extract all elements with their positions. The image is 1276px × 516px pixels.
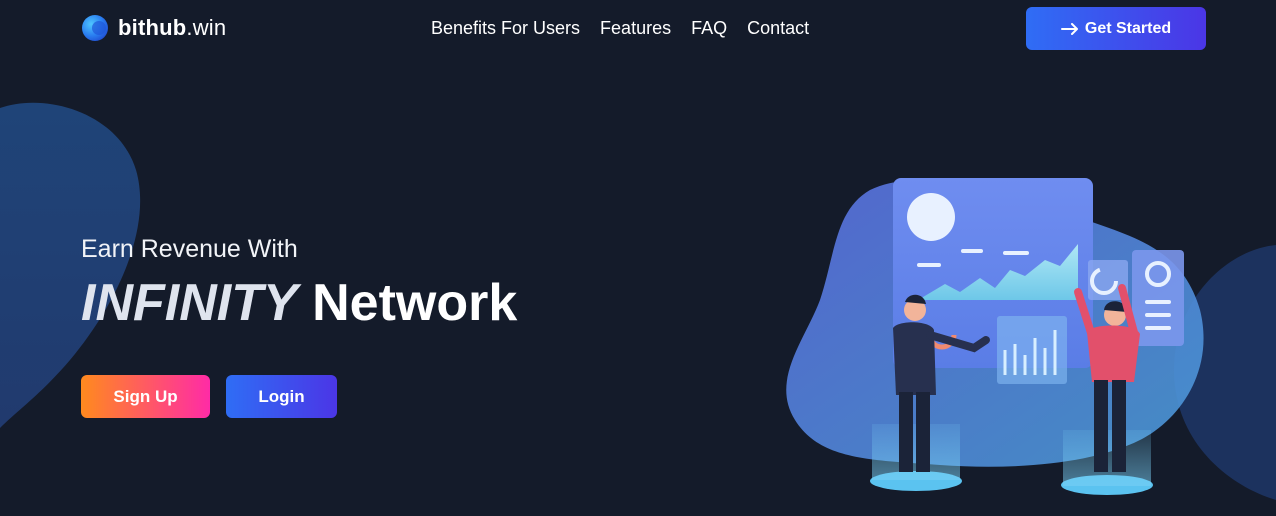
analytics-dashboard-people-illustration [786,178,1204,495]
login-button[interactable]: Login [226,375,337,418]
nav-features[interactable]: Features [600,17,671,39]
logo[interactable]: bithub.win [81,14,226,42]
blue-sphere-logo-icon [82,15,108,41]
logo-tld: .win [186,15,227,40]
sign-up-button[interactable]: Sign Up [81,375,210,418]
hero-title-main: Network [312,274,518,332]
logo-text: bithub.win [118,14,226,42]
nav-benefits-for-users[interactable]: Benefits For Users [431,17,580,39]
logo-brand: bithub [118,15,187,40]
main-nav: Benefits For Users Features FAQ Contact [431,17,809,39]
hero-title-accent: INFINITY [81,274,298,332]
hero-subtitle: Earn Revenue With [81,235,298,263]
get-started-button[interactable]: Get Started [1026,7,1206,50]
hero-title: INFINITY Network [81,272,517,334]
get-started-label: Get Started [1084,19,1172,37]
nav-contact[interactable]: Contact [747,17,809,39]
arrow-right-icon [1060,22,1078,35]
nav-faq[interactable]: FAQ [691,17,727,39]
